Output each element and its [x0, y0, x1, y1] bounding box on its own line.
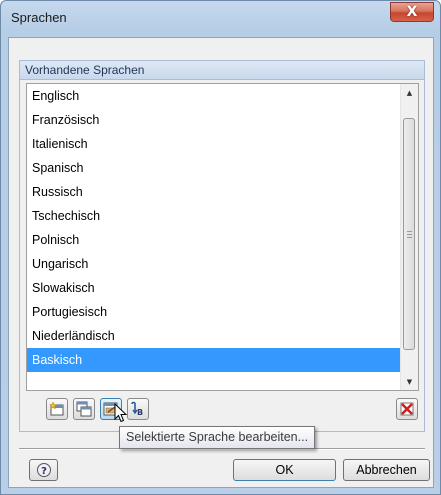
- copy-language-button[interactable]: [73, 398, 95, 420]
- list-item[interactable]: Ungarisch: [27, 252, 403, 276]
- scroll-down-arrow-icon[interactable]: ▼: [401, 373, 418, 390]
- scroll-up-arrow-icon[interactable]: ▲: [401, 84, 418, 101]
- list-item[interactable]: Niederländisch: [27, 324, 403, 348]
- ok-button[interactable]: OK: [233, 459, 336, 481]
- list-item[interactable]: Spanisch: [27, 156, 403, 180]
- delete-language-button[interactable]: [396, 398, 418, 420]
- tooltip: Selektierte Sprache bearbeiten...: [119, 426, 316, 449]
- delete-icon: [400, 402, 414, 416]
- copy-language-icon: [76, 401, 92, 417]
- svg-text:B: B: [137, 408, 143, 417]
- languages-group: Vorhandene Sprachen Englisch Französisch I…: [19, 60, 425, 432]
- language-items: Englisch Französisch Italienisch Spanisch Ru…: [27, 84, 403, 372]
- list-item[interactable]: Französisch: [27, 108, 403, 132]
- help-icon: ?: [36, 463, 51, 477]
- list-item[interactable]: Polnisch: [27, 228, 403, 252]
- scrollbar-grip: [407, 231, 412, 238]
- window-title: Sprachen: [11, 10, 67, 25]
- group-header: Vorhandene Sprachen: [20, 61, 424, 80]
- vertical-scrollbar[interactable]: ▲ ▼: [400, 84, 418, 390]
- language-list[interactable]: Englisch Französisch Italienisch Spanisch Ru…: [26, 83, 419, 391]
- list-item[interactable]: Englisch: [27, 84, 403, 108]
- list-item[interactable]: Baskisch: [27, 348, 403, 372]
- title-bar[interactable]: Sprachen X: [1, 1, 440, 37]
- list-item[interactable]: Russisch: [27, 180, 403, 204]
- list-item[interactable]: Tschechisch: [27, 204, 403, 228]
- dialog-window: Sprachen X Vorhandene Sprachen Englisch F…: [0, 0, 441, 495]
- help-button[interactable]: ?: [29, 459, 58, 481]
- cancel-button[interactable]: Abbrechen: [343, 459, 430, 481]
- svg-text:?: ?: [41, 466, 47, 477]
- mouse-pointer-icon: [114, 403, 128, 423]
- list-item[interactable]: Slowakisch: [27, 276, 403, 300]
- dialog-client-area: Vorhandene Sprachen Englisch Französisch I…: [8, 37, 434, 488]
- close-icon: X: [406, 4, 418, 20]
- close-button[interactable]: X: [390, 2, 434, 22]
- scrollbar-thumb[interactable]: [403, 118, 415, 350]
- list-item[interactable]: Portugiesisch: [27, 300, 403, 324]
- group-title: Vorhandene Sprachen: [25, 63, 145, 77]
- rename-language-icon: B: [131, 401, 143, 417]
- new-language-button[interactable]: [46, 398, 68, 420]
- list-item[interactable]: Italienisch: [27, 132, 403, 156]
- new-language-icon: [49, 401, 64, 416]
- rename-language-button[interactable]: B: [127, 398, 149, 420]
